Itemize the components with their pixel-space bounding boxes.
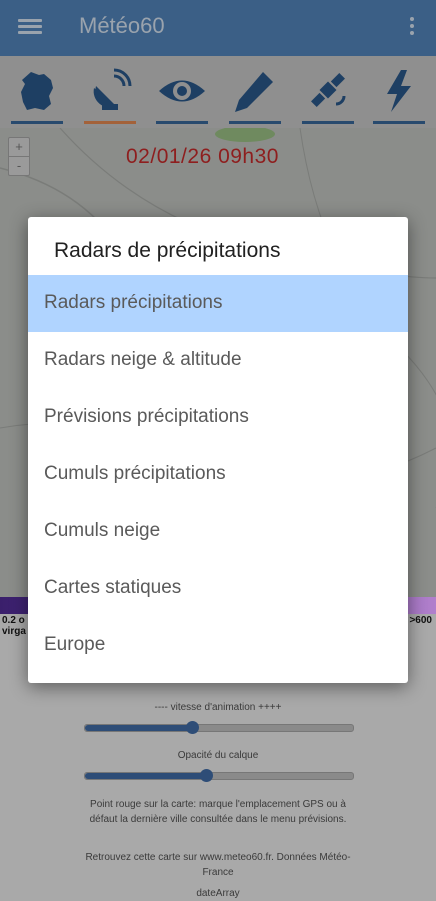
option-cumuls-neige[interactable]: Cumuls neige: [28, 503, 408, 560]
zoom-out-button[interactable]: -: [9, 156, 29, 175]
opacity-slider[interactable]: [84, 769, 354, 782]
option-label: Radars précipitations: [44, 292, 223, 313]
tool-eye[interactable]: [156, 62, 208, 124]
app-title: Météo60: [79, 13, 165, 38]
option-label: Prévisions précipitations: [44, 406, 249, 427]
zoom-control: + -: [8, 137, 30, 176]
legend-min-label: 0.2 o virga: [2, 615, 26, 637]
france-map-icon: [21, 72, 53, 110]
radar-type-dialog: Radars de précipitations Radars précipit…: [28, 217, 408, 683]
app-bar: Météo60: [0, 0, 436, 56]
tool-lightning[interactable]: [373, 62, 425, 124]
hamburger-menu-icon[interactable]: [18, 16, 42, 38]
dialog-title: Radars de précipitations: [54, 239, 281, 262]
speed-slider[interactable]: [84, 721, 354, 734]
option-label: Radars neige & altitude: [44, 349, 242, 370]
gps-info-text: Point rouge sur la carte: marque l'empla…: [89, 799, 347, 825]
option-radars-neige-altitude[interactable]: Radars neige & altitude: [28, 332, 408, 389]
option-label: Cumuls précipitations: [44, 463, 226, 484]
satellite-dish-icon: [93, 68, 132, 110]
radar-timestamp: 02/01/26 09h30: [126, 145, 279, 168]
legend-max-label: >600: [409, 615, 432, 626]
speed-label: ---- vitesse d'animation ++++: [154, 702, 282, 713]
tool-france-map[interactable]: [11, 62, 63, 124]
zoom-in-button[interactable]: +: [9, 138, 29, 156]
eye-icon: [159, 80, 205, 102]
speed-slider-thumb[interactable]: [186, 721, 200, 734]
option-label: Europe: [44, 634, 106, 655]
option-europe[interactable]: Europe: [28, 617, 408, 674]
tool-radar[interactable]: [84, 62, 136, 124]
option-label: Cartes statiques: [44, 577, 182, 598]
tool-satellite[interactable]: [302, 62, 354, 124]
tool-pencil[interactable]: [229, 62, 281, 124]
option-radars-precipitations[interactable]: Radars précipitations: [28, 275, 408, 332]
option-cartes-statiques[interactable]: Cartes statiques: [28, 560, 408, 617]
lightning-icon: [387, 70, 411, 112]
date-array-text: dateArray: [196, 888, 240, 899]
option-cumuls-precipitations[interactable]: Cumuls précipitations: [28, 446, 408, 503]
option-previsions-precipitations[interactable]: Prévisions précipitations: [28, 389, 408, 446]
satellite-icon: [311, 73, 346, 107]
layer-toolbar: [0, 56, 436, 128]
option-label: Cumuls neige: [44, 520, 161, 541]
overflow-menu-icon[interactable]: [406, 14, 418, 40]
opacity-label: Opacité du calque: [177, 750, 259, 761]
source-info-text: Retrouvez cette carte sur www.meteo60.fr…: [85, 852, 351, 878]
pencil-icon: [235, 72, 273, 112]
opacity-slider-thumb[interactable]: [199, 769, 213, 782]
